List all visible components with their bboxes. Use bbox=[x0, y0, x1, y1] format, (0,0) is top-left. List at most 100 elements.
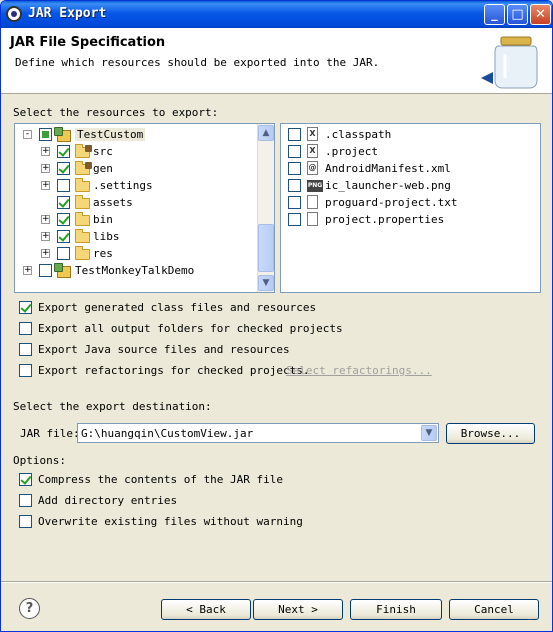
project-icon bbox=[54, 127, 71, 142]
file-label: .classpath bbox=[325, 128, 392, 141]
expand-icon[interactable]: + bbox=[41, 232, 50, 241]
wizard-header: JAR File Specification Define which reso… bbox=[1, 28, 552, 94]
file-list-item[interactable]: @ AndroidManifest.xml bbox=[281, 160, 536, 177]
folder-icon bbox=[75, 229, 90, 243]
tree-checkbox[interactable] bbox=[39, 128, 52, 141]
file-list-item[interactable]: X .classpath bbox=[281, 126, 536, 143]
file-checkbox[interactable] bbox=[288, 196, 301, 209]
scroll-thumb[interactable] bbox=[258, 224, 274, 272]
file-list-item[interactable]: project.properties bbox=[281, 211, 536, 228]
jar-option-label: Overwrite existing files without warning bbox=[38, 515, 303, 528]
text-file-icon bbox=[307, 212, 318, 226]
export-option-checkbox[interactable] bbox=[19, 301, 32, 314]
tree-item[interactable]: - TestCustom bbox=[15, 126, 255, 143]
tree-checkbox[interactable] bbox=[57, 196, 70, 209]
expand-icon[interactable]: + bbox=[41, 181, 50, 190]
export-option-checkbox[interactable] bbox=[19, 343, 32, 356]
tree-checkbox[interactable] bbox=[57, 145, 70, 158]
maximize-button[interactable]: □ bbox=[507, 4, 528, 25]
file-checkbox[interactable] bbox=[288, 179, 301, 192]
tree-item[interactable]: + gen bbox=[15, 160, 255, 177]
tree-item[interactable]: assets bbox=[15, 194, 255, 211]
title-bar[interactable]: JAR Export _ □ ✕ bbox=[1, 1, 552, 28]
eclipse-app-icon bbox=[6, 6, 22, 22]
folder-icon bbox=[75, 246, 90, 260]
text-file-icon bbox=[307, 195, 318, 209]
tree-checkbox[interactable] bbox=[57, 179, 70, 192]
jar-file-combo[interactable]: G:\huangqin\CustomView.jar ▼ bbox=[77, 423, 439, 443]
file-list[interactable]: X .classpath X .project @ AndroidManifest.xml… bbox=[280, 123, 541, 293]
xml-file-icon: X bbox=[307, 144, 318, 158]
file-label: ic_launcher-web.png bbox=[325, 179, 451, 192]
help-icon[interactable]: ? bbox=[19, 598, 40, 619]
file-label: proguard-project.txt bbox=[325, 196, 458, 209]
resource-tree[interactable]: - TestCustom + src + gen + .settings assets + bin +… bbox=[14, 123, 275, 293]
page-description: Define which resources should be exporte… bbox=[15, 56, 380, 69]
file-list-item[interactable]: proguard-project.txt bbox=[281, 194, 536, 211]
file-checkbox[interactable] bbox=[288, 213, 301, 226]
tree-item[interactable]: + src bbox=[15, 143, 255, 160]
next-button[interactable]: Next > bbox=[253, 599, 343, 620]
file-list-item[interactable]: PNG ic_launcher-web.png bbox=[281, 177, 536, 194]
jar-banner-icon bbox=[481, 36, 538, 89]
jar-option-label: Compress the contents of the JAR file bbox=[38, 473, 284, 486]
expand-icon[interactable]: + bbox=[41, 164, 50, 173]
tree-checkbox[interactable] bbox=[57, 247, 70, 260]
tree-checkbox[interactable] bbox=[57, 162, 70, 175]
tree-item[interactable]: + bin bbox=[15, 211, 255, 228]
cancel-button[interactable]: Cancel bbox=[449, 599, 539, 620]
finish-button[interactable]: Finish bbox=[350, 599, 442, 620]
file-checkbox[interactable] bbox=[288, 145, 301, 158]
jar-export-window: JAR Export _ □ ✕ JAR File Specification … bbox=[0, 0, 553, 632]
page-title: JAR File Specification bbox=[10, 35, 166, 50]
file-list-item[interactable]: X .project bbox=[281, 143, 536, 160]
tree-checkbox[interactable] bbox=[57, 230, 70, 243]
jar-option-checkbox[interactable] bbox=[19, 473, 32, 486]
tree-checkbox[interactable] bbox=[57, 213, 70, 226]
tree-item-label: res bbox=[93, 247, 113, 260]
resources-label: Select the resources to export: bbox=[13, 106, 219, 119]
file-label: AndroidManifest.xml bbox=[325, 162, 451, 175]
tree-item-label: gen bbox=[93, 162, 113, 175]
browse-button[interactable]: Browse... bbox=[446, 423, 535, 444]
expand-icon[interactable]: + bbox=[41, 215, 50, 224]
export-option-checkbox[interactable] bbox=[19, 364, 32, 377]
scroll-down-button[interactable]: ▼ bbox=[258, 275, 274, 291]
tree-scrollbar[interactable]: ▲ ▼ bbox=[257, 124, 274, 292]
tree-item-label: src bbox=[93, 145, 113, 158]
jar-option-checkbox[interactable] bbox=[19, 494, 32, 507]
file-checkbox[interactable] bbox=[288, 162, 301, 175]
xml-file-icon: X bbox=[307, 127, 318, 141]
export-option-checkbox[interactable] bbox=[19, 322, 32, 335]
export-option-label: Export refactorings for checked projects… bbox=[38, 364, 310, 377]
export-option-label: Export generated class files and resourc… bbox=[38, 301, 317, 314]
tree-item[interactable]: + .settings bbox=[15, 177, 255, 194]
footer-separator bbox=[1, 581, 552, 583]
tree-item[interactable]: + TestMonkeyTalkDemo bbox=[15, 262, 255, 279]
tree-item-label: TestMonkeyTalkDemo bbox=[75, 264, 195, 277]
tree-item[interactable]: + res bbox=[15, 245, 255, 262]
chevron-down-icon[interactable]: ▼ bbox=[421, 425, 437, 441]
file-checkbox[interactable] bbox=[288, 128, 301, 141]
tree-checkbox[interactable] bbox=[39, 264, 52, 277]
package-folder-icon bbox=[75, 144, 92, 158]
close-button[interactable]: ✕ bbox=[530, 4, 551, 25]
tree-item[interactable]: + libs bbox=[15, 228, 255, 245]
export-option-label: Export Java source files and resources bbox=[38, 343, 290, 356]
minimize-button[interactable]: _ bbox=[484, 4, 505, 25]
folder-icon bbox=[75, 195, 90, 209]
window-title: JAR Export bbox=[28, 6, 107, 21]
tree-item-label: TestCustom bbox=[75, 128, 146, 141]
folder-icon bbox=[75, 178, 90, 192]
expand-icon[interactable]: + bbox=[23, 266, 32, 275]
package-folder-icon bbox=[75, 161, 92, 175]
back-button[interactable]: < Back bbox=[161, 599, 251, 620]
png-file-icon: PNG bbox=[307, 180, 323, 192]
expand-icon[interactable]: + bbox=[41, 249, 50, 258]
collapse-icon[interactable]: - bbox=[23, 130, 32, 139]
expand-icon[interactable]: + bbox=[41, 147, 50, 156]
jar-option-checkbox[interactable] bbox=[19, 515, 32, 528]
select-refactorings-link: Select refactorings... bbox=[286, 364, 432, 377]
options-label: Options: bbox=[13, 454, 66, 467]
scroll-up-button[interactable]: ▲ bbox=[258, 125, 274, 141]
